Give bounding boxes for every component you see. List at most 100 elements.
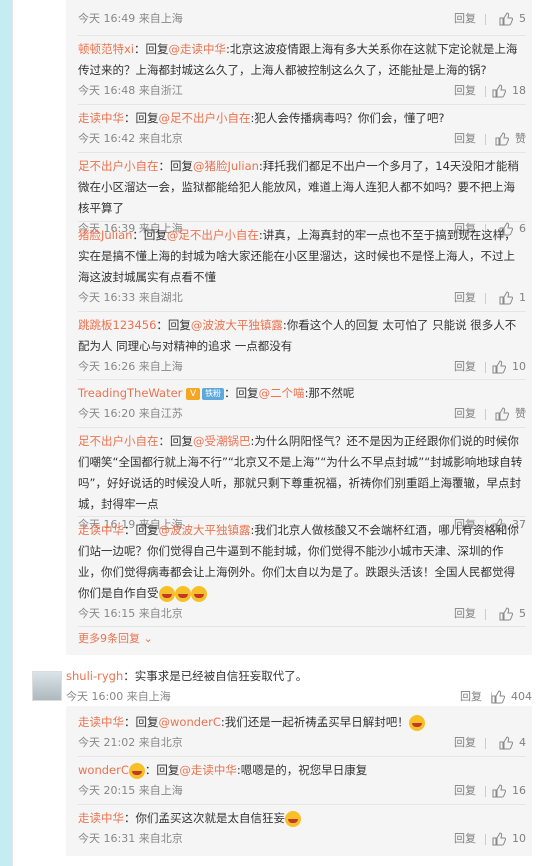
reply-text: wonderC ：回复@走读中华:嗯嗯是的，祝您早日康复 <box>78 762 368 779</box>
mention-link[interactable]: @二个喵 <box>259 386 305 400</box>
reply-button[interactable]: 回复 <box>454 81 476 101</box>
reply-text: 猪脸Julian：回复@足不出户小自在:讲真，上海真封的牢一点也不至于搞到现在这… <box>78 228 516 284</box>
more-replies[interactable]: 更多9条回复 ⌄ <box>78 630 526 646</box>
user-name-link[interactable]: 足不出户小自在 <box>78 159 159 173</box>
user-name-link[interactable]: shuli-rygh <box>66 669 123 683</box>
reply-item: TreadingTheWater V 铁粉 ：回复@二个喵:那不然呢 今天 16:2… <box>78 383 526 424</box>
laughing-emoji-icon <box>408 714 425 731</box>
reply-prefix: 回复 <box>235 386 259 400</box>
reply-prefix: 回复 <box>135 523 159 537</box>
user-name-link[interactable]: wonderC <box>78 763 129 777</box>
mention-link[interactable]: @猪脸Julian <box>193 159 259 173</box>
like-button[interactable]: 1 <box>499 288 526 308</box>
like-count: 404 <box>511 690 532 703</box>
user-name-link[interactable]: 顿顿范特xi <box>78 42 134 56</box>
reply-prefix: 回复 <box>135 111 159 125</box>
like-button[interactable]: 10 <box>492 829 526 849</box>
like-count: 赞 <box>515 407 526 420</box>
user-name-link[interactable]: 跳跳板123456 <box>78 318 156 332</box>
thumbs-up-icon <box>495 407 510 421</box>
reply-button[interactable]: 回复 <box>454 604 476 624</box>
user-name-link[interactable]: 走读中华 <box>78 811 124 825</box>
divider <box>78 804 526 805</box>
reply-meta: 今天 16:31 来自北京 回复 10 <box>78 829 526 849</box>
laughing-emoji-icon <box>174 585 191 602</box>
reply-time: 今天 16:48 来自浙江 <box>78 84 183 97</box>
like-count: 10 <box>512 360 526 373</box>
meta-separator <box>485 609 486 620</box>
like-button[interactable]: 16 <box>492 781 526 801</box>
reply-time: 今天 16:20 来自江苏 <box>78 407 183 420</box>
thumbs-up-icon <box>492 784 507 798</box>
like-button[interactable]: 18 <box>492 81 526 101</box>
reply-text: 走读中华：回复@wonderC:我们还是一起祈祷孟买早日解封吧！ <box>78 712 526 733</box>
thumbs-up-icon <box>492 360 507 374</box>
reply-prefix: 回复 <box>143 228 167 242</box>
reply-text: 走读中华：回复@足不出户小自在:犯人会传播病毒吗？你们会，懂了吧? <box>78 111 445 125</box>
reply-meta: 今天 16:26 来自上海 回复 10 <box>78 357 526 377</box>
like-button[interactable]: 赞 <box>495 129 526 149</box>
like-count: 5 <box>519 607 526 620</box>
user-name-link[interactable]: 足不出户小自在 <box>78 434 159 448</box>
like-button[interactable]: 5 <box>499 604 526 624</box>
reply-button[interactable]: 回复 <box>454 733 476 753</box>
thumbs-up-icon <box>492 84 507 98</box>
user-name-link[interactable]: 走读中华 <box>78 111 124 125</box>
reply-text: 走读中华：你们孟买这次就是太自信狂妄 <box>78 808 526 829</box>
comment-time: 今天 16:00 来自上海 <box>66 690 171 703</box>
mention-link[interactable]: @波波大平独镇露 <box>159 523 251 537</box>
comment-body: :犯人会传播病毒吗？你们会，懂了吧? <box>250 111 445 125</box>
meta-separator <box>485 786 486 797</box>
reply-prefix: 回复 <box>170 159 193 173</box>
reply-item: 顿顿范特xi：回复@走读中华:北京这波疫情跟上海有多大关系你在这就下定论就是上海… <box>78 39 526 101</box>
verified-badge-icon: V <box>186 387 201 400</box>
meta-separator <box>485 834 486 845</box>
mention-link[interactable]: @wonderC <box>159 715 221 729</box>
like-button[interactable]: 10 <box>492 357 526 377</box>
reply-item: wonderC ：回复@走读中华:嗯嗯是的，祝您早日康复 今天 20:15 来自上… <box>78 760 526 801</box>
mention-link[interactable]: @走读中华 <box>179 763 237 777</box>
reply-button[interactable]: 回复 <box>454 357 476 377</box>
reply-meta: 今天 16:20 来自江苏 回复 赞 <box>78 404 526 424</box>
reply-time: 今天 16:26 来自上海 <box>78 360 183 373</box>
reply-item: 今天 16:49 来自上海 回复 5 <box>78 9 526 29</box>
reply-item: 跳跳板123456：回复@波波大平独镇露:你看这个人的回复 太可怕了 只能说 很… <box>78 315 526 377</box>
more-replies-link[interactable]: 更多9条回复 <box>78 632 140 645</box>
like-count: 10 <box>512 832 526 845</box>
comment-body: :那不然呢 <box>304 386 355 400</box>
like-button[interactable]: 5 <box>499 9 526 29</box>
avatar[interactable] <box>32 671 62 701</box>
reply-item: 走读中华：回复@足不出户小自在:犯人会传播病毒吗？你们会，懂了吧? 今天 16:… <box>78 108 526 149</box>
user-name-link[interactable]: 猪脸Julian <box>78 228 132 242</box>
reply-button[interactable]: 回复 <box>460 687 482 707</box>
divider <box>78 104 526 105</box>
reply-button[interactable]: 回复 <box>454 9 476 29</box>
reply-item: 走读中华：回复@波波大平独镇露:我们北京人做核酸又不会端杯红酒，哪儿有资格和你们… <box>78 520 526 624</box>
mention-link[interactable]: @足不出户小自在 <box>159 111 251 125</box>
divider <box>78 152 526 153</box>
reply-prefix: 回复 <box>167 318 191 332</box>
mention-link[interactable]: @走读中华 <box>169 42 227 56</box>
reply-meta: 今天 16:33 来自湖北 回复 1 <box>78 288 526 308</box>
reply-button[interactable]: 回复 <box>454 288 476 308</box>
reply-button[interactable]: 回复 <box>454 129 476 149</box>
user-name-link[interactable]: 走读中华 <box>78 523 124 537</box>
meta-separator <box>485 738 486 749</box>
meta-separator <box>485 86 486 97</box>
like-button[interactable]: 4 <box>499 733 526 753</box>
reply-button[interactable]: 回复 <box>454 829 476 849</box>
mention-link[interactable]: @波波大平独镇露 <box>191 318 283 332</box>
reply-time: 今天 21:02 来自北京 <box>78 736 183 749</box>
reply-button[interactable]: 回复 <box>454 404 476 424</box>
reply-time: 今天 16:49 来自上海 <box>78 12 183 25</box>
reply-meta: 今天 16:48 来自浙江 回复 18 <box>78 81 526 101</box>
like-button[interactable]: 赞 <box>495 404 526 424</box>
reply-text: 走读中华：回复@波波大平独镇露:我们北京人做核酸又不会端杯红酒，哪儿有资格和你们… <box>78 523 519 602</box>
mention-link[interactable]: @足不出户小自在 <box>167 228 259 242</box>
like-button[interactable]: 404 <box>491 687 532 707</box>
user-name-link[interactable]: TreadingTheWater <box>78 386 182 400</box>
user-name-link[interactable]: 走读中华 <box>78 715 124 729</box>
divider <box>78 427 526 428</box>
reply-button[interactable]: 回复 <box>454 781 476 801</box>
mention-link[interactable]: @受潮锅巴 <box>193 434 251 448</box>
